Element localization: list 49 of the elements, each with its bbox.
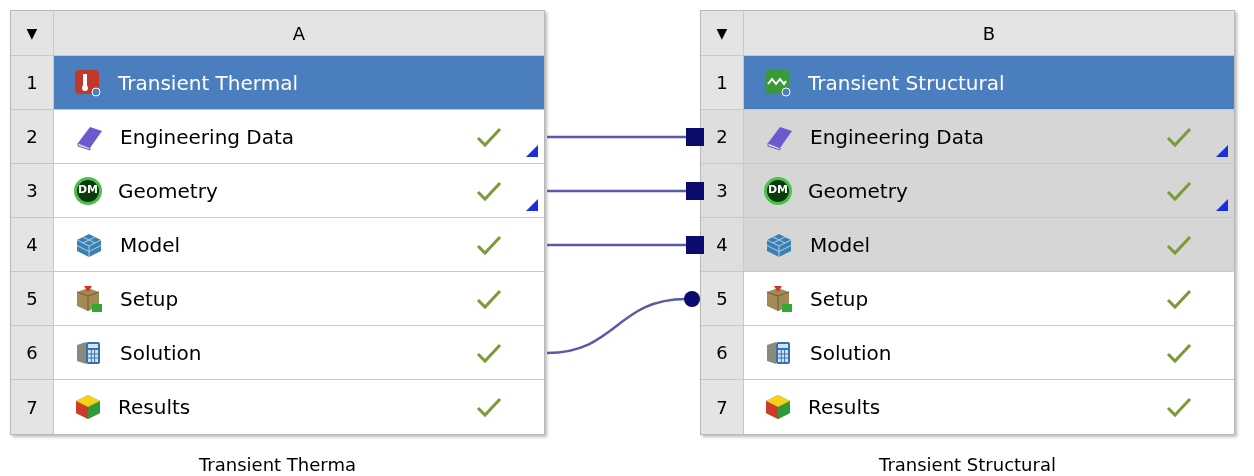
row-number: 4 xyxy=(701,218,744,271)
thermometer-icon xyxy=(74,68,102,97)
setup-icon xyxy=(74,283,104,314)
cell-label: Geometry xyxy=(118,177,219,205)
cell-label: Model xyxy=(120,231,182,259)
cell-label: Results xyxy=(808,394,882,421)
system-cell[interactable]: Results xyxy=(54,380,544,434)
cell-label: Solution xyxy=(810,339,893,367)
geometry-icon: DM xyxy=(764,176,792,205)
row-number: 2 xyxy=(11,110,54,163)
system-cell[interactable]: Transient Structural xyxy=(744,56,1234,109)
cell-label: Model xyxy=(810,231,872,259)
system-cell[interactable]: Model xyxy=(744,218,1234,271)
geometry-icon: DM xyxy=(74,176,102,205)
cell-label: Setup xyxy=(810,285,870,313)
system-cell[interactable]: Transient Thermal xyxy=(54,56,544,109)
cell-label: Setup xyxy=(120,285,180,313)
structure-icon xyxy=(764,68,792,97)
row-number: 6 xyxy=(701,326,744,379)
row-number: 7 xyxy=(701,380,744,434)
system-caption: Transient Structural xyxy=(879,453,1056,476)
column-header: B xyxy=(981,21,997,46)
system-menu-button[interactable]: ▼ xyxy=(11,11,54,55)
system-cell[interactable]: Results xyxy=(744,380,1234,434)
cell-label: Engineering Data xyxy=(120,123,296,151)
cell-label: Solution xyxy=(120,339,203,367)
row-number: 1 xyxy=(11,56,54,109)
system-cell[interactable]: DM Geometry xyxy=(744,164,1234,217)
row-number: 2 xyxy=(701,110,744,163)
row-number: 6 xyxy=(11,326,54,379)
row-number: 1 xyxy=(701,56,744,109)
cell-label: Transient Structural xyxy=(808,69,1006,97)
row-number: 3 xyxy=(701,164,744,217)
column-header: A xyxy=(291,21,307,46)
cell-label: Engineering Data xyxy=(810,123,986,151)
results-cube-icon xyxy=(764,393,792,421)
system-caption: Transient Therma xyxy=(199,453,356,476)
cell-label: Results xyxy=(118,394,192,421)
cell-label: Geometry xyxy=(808,177,909,205)
setup-icon xyxy=(764,283,794,314)
row-number: 7 xyxy=(11,380,54,434)
row-number: 5 xyxy=(11,272,54,325)
row-number: 3 xyxy=(11,164,54,217)
system-menu-button[interactable]: ▼ xyxy=(701,11,744,55)
row-number: 5 xyxy=(701,272,744,325)
system-cell[interactable]: Engineering Data xyxy=(744,110,1234,163)
row-number: 4 xyxy=(11,218,54,271)
cell-label: Transient Thermal xyxy=(118,69,299,97)
results-cube-icon xyxy=(74,393,102,421)
